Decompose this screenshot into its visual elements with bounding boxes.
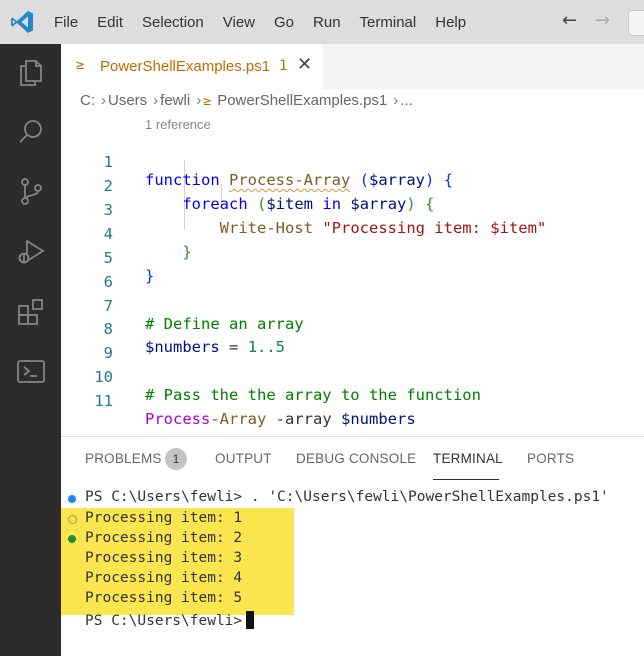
tab-problems[interactable]: PROBLEMS — [85, 451, 162, 466]
menu-edit[interactable]: Edit — [97, 14, 123, 31]
tab-powershellexamples[interactable]: ≥ PowerShellExamples.ps1 1 ✕ — [61, 44, 323, 89]
terminal-command-line[interactable]: PS C:\Users\fewli> . 'C:\Users\fewli\Pow… — [85, 489, 609, 505]
terminal-prompt-line[interactable]: PS C:\Users\fewli> — [85, 611, 255, 629]
title-bar: File Edit Selection View Go Run Terminal… — [0, 0, 644, 44]
tab-output[interactable]: OUTPUT — [215, 451, 272, 466]
arrow-left-icon[interactable]: ← — [562, 10, 577, 31]
menu-file[interactable]: File — [54, 14, 78, 31]
menu-go[interactable]: Go — [274, 14, 294, 31]
terminal-output-line: Processing item: 2 — [85, 530, 243, 546]
tab-terminal[interactable]: TERMINAL — [433, 451, 503, 466]
powershell-terminal-icon[interactable] — [15, 355, 47, 387]
menu-bar: File Edit Selection View Go Run Terminal… — [54, 0, 485, 44]
menu-run[interactable]: Run — [313, 14, 341, 31]
code-line-1[interactable]: 1 function Process-Array ($array) { — [61, 135, 644, 189]
editor-tab-bar: ≥ PowerShellExamples.ps1 1 ✕ — [61, 44, 644, 89]
close-icon[interactable]: ✕ — [297, 54, 312, 75]
terminal-output-line: Processing item: 4 — [85, 570, 243, 586]
problems-count-badge: 1 — [165, 448, 187, 470]
terminal-output-line: Processing item: 5 — [85, 590, 243, 606]
active-tab-indicator — [433, 479, 499, 480]
powershell-icon: ≥ — [76, 57, 85, 73]
vscode-logo-icon — [11, 11, 33, 33]
source-control-icon[interactable] — [15, 175, 47, 207]
code-line-11[interactable]: 11 Process-Array -array $numbers — [61, 374, 644, 428]
chevron-right-icon: › — [393, 92, 399, 109]
breadcrumb-drive[interactable]: C: — [80, 92, 95, 109]
terminal-prompt: PS C:\Users\fewli> — [85, 613, 243, 629]
powershell-icon: ≥ — [203, 94, 212, 109]
arrow-right-icon[interactable]: → — [595, 10, 610, 31]
code-line-7[interactable]: 7 # Define an array — [61, 279, 644, 333]
search-icon[interactable] — [15, 116, 47, 148]
menu-selection[interactable]: Selection — [142, 14, 204, 31]
chevron-right-icon: › — [196, 92, 202, 109]
breadcrumb-file[interactable]: PowerShellExamples.ps1 — [217, 92, 387, 109]
tab-ports[interactable]: PORTS — [527, 451, 574, 466]
breadcrumb-fewli[interactable]: fewli — [160, 92, 190, 109]
extensions-icon[interactable] — [15, 296, 47, 328]
codelens-references[interactable]: 1 reference — [145, 117, 211, 132]
tab-problem-count: 1 — [279, 58, 288, 74]
menu-terminal[interactable]: Terminal — [360, 14, 417, 31]
panel-tab-bar: PROBLEMS 1 OUTPUT DEBUG CONSOLE TERMINAL… — [61, 437, 644, 485]
command-decoration-icon[interactable] — [68, 515, 77, 524]
command-center[interactable] — [628, 10, 644, 36]
terminal-output-line: Processing item: 1 — [85, 510, 243, 526]
activity-bar — [0, 44, 61, 656]
tab-debug-console[interactable]: DEBUG CONSOLE — [296, 451, 416, 466]
chevron-right-icon: › — [153, 92, 159, 109]
code-line-9[interactable]: 9 — [61, 326, 644, 362]
explorer-icon[interactable] — [15, 56, 47, 88]
code-line-2[interactable]: 2 foreach ($item in $array) { — [61, 159, 644, 213]
tab-label: PowerShellExamples.ps1 — [100, 58, 271, 75]
code-line-3[interactable]: 3 Write-Host "Processing item: $item" — [61, 183, 644, 237]
code-line-4[interactable]: 4 } — [61, 207, 644, 261]
breadcrumb: C: › Users › fewli › ≥ PowerShellExamples.ps1 ›… — [80, 92, 415, 109]
terminal-cursor — [246, 611, 255, 629]
menu-view[interactable]: View — [223, 14, 255, 31]
code-line-8[interactable]: 8 $numbers = 1..5 — [61, 302, 644, 356]
code-line-6[interactable]: 6 — [61, 255, 644, 291]
code-line-5[interactable]: 5 } — [61, 231, 644, 285]
menu-help[interactable]: Help — [435, 14, 466, 31]
chevron-right-icon: › — [101, 92, 106, 109]
run-debug-icon[interactable] — [15, 236, 47, 268]
breadcrumb-ellipsis[interactable]: ... — [400, 92, 413, 109]
terminal-output-line: Processing item: 3 — [85, 550, 243, 566]
command-decoration-icon[interactable] — [68, 495, 76, 503]
breadcrumb-users[interactable]: Users — [108, 92, 147, 109]
line-number: 11 — [94, 392, 113, 410]
command-decoration-icon[interactable] — [68, 535, 76, 543]
code-line-10[interactable]: 10 # Pass the the array to the function — [61, 350, 644, 404]
